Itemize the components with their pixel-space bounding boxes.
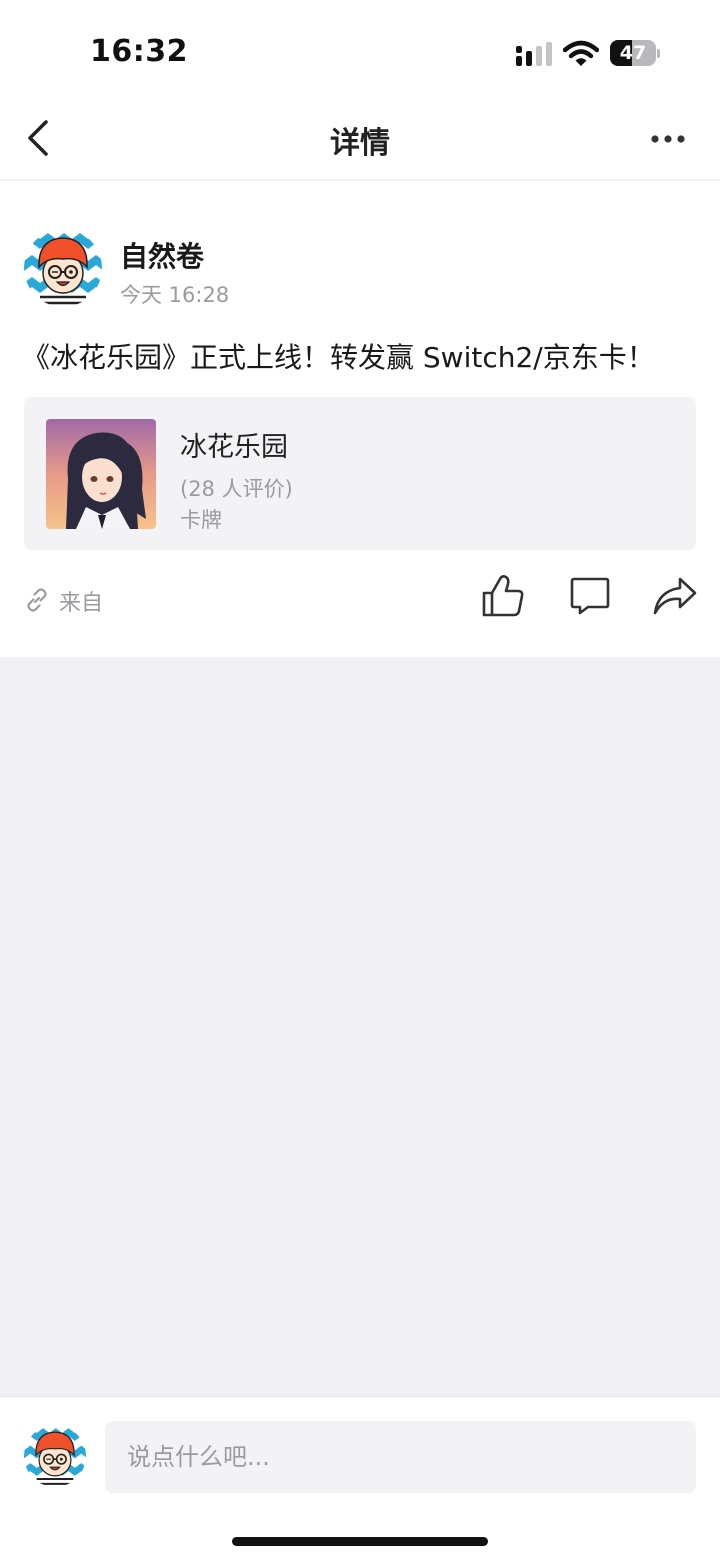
comment-input[interactable] [105,1421,696,1493]
game-thumbnail [46,419,156,529]
battery-icon: 47 [610,40,660,66]
comment-bar [0,1396,720,1561]
page-title: 详情 [330,126,390,161]
author-name[interactable]: 自然卷 [120,235,204,275]
more-button[interactable] [648,124,688,154]
nav-bar: 详情 [0,100,720,180]
home-indicator [232,1537,488,1546]
game-name: 冰花乐园 [180,432,288,463]
detail-page: 16:32 47 详情 自然卷 今天 16:28 《冰花乐园》正式上线！转发赢 … [0,0,720,1561]
battery-level: 47 [619,42,647,64]
comment-button[interactable] [568,575,612,617]
status-time: 16:32 [90,34,188,69]
link-icon [27,588,47,612]
source-label: 来自 [59,591,104,616]
wifi-icon [563,40,599,66]
game-card[interactable]: 冰花乐园 (28 人评价) 卡牌 [24,397,696,550]
post-card: 自然卷 今天 16:28 《冰花乐园》正式上线！转发赢 Switch2/京东卡！ [0,181,720,657]
author-avatar[interactable] [24,229,102,307]
game-rating: (28 人评价) [180,477,293,501]
like-button[interactable] [480,573,526,619]
signal-icon [516,42,552,66]
post-time: 今天 16:28 [120,283,230,307]
game-tag: 卡牌 [180,508,222,532]
my-avatar[interactable] [24,1425,86,1487]
post-text: 《冰花乐园》正式上线！转发赢 Switch2/京东卡！ [22,341,655,374]
status-bar: 16:32 47 [0,0,720,100]
share-button[interactable] [652,575,698,617]
